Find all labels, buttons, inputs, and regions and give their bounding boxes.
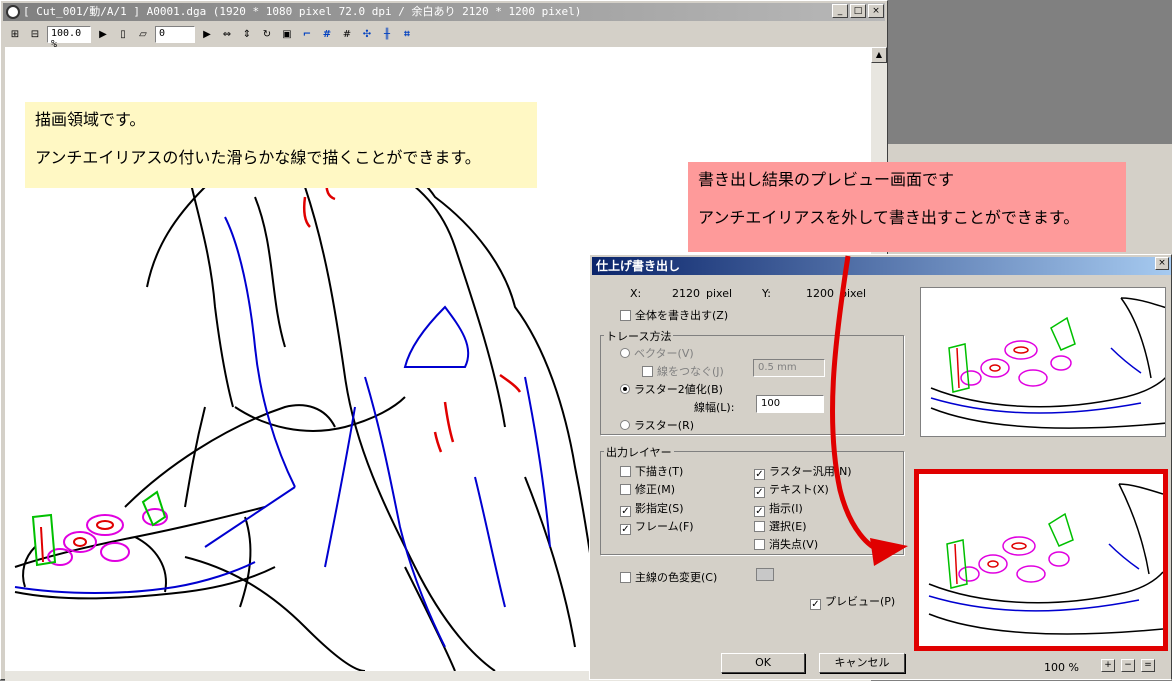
annotation-arrow-icon	[830, 255, 908, 566]
